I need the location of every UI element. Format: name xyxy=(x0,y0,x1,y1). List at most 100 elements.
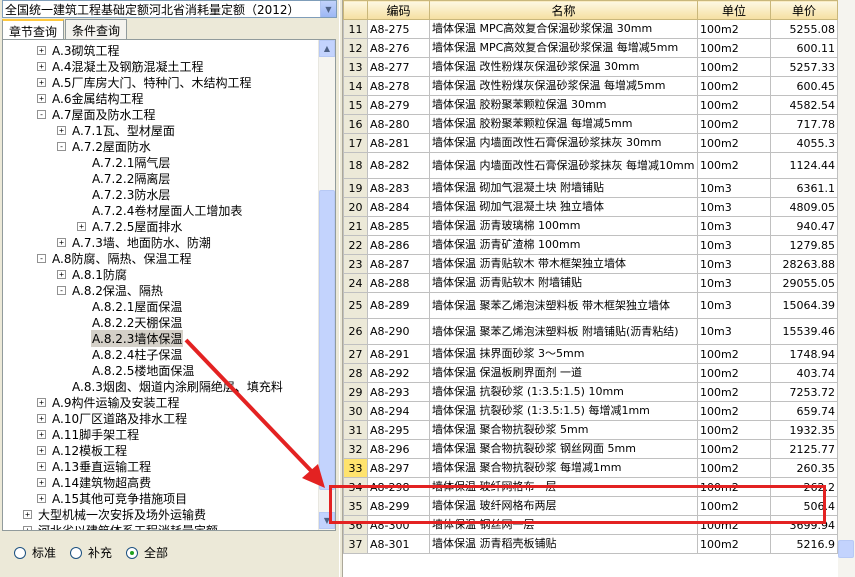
name-cell[interactable]: 墙体保温 MPC高效复合保温砂浆保温 每增减5mm xyxy=(429,38,698,58)
expand-icon[interactable]: + xyxy=(23,509,32,519)
code-cell[interactable]: A8-291 xyxy=(367,344,430,364)
expand-icon[interactable]: + xyxy=(57,125,66,135)
name-cell[interactable]: 墙体保温 抗裂砂浆 (1:3.5:1.5) 10mm xyxy=(429,382,698,402)
table-row[interactable]: 12 A8-276 墙体保温 MPC高效复合保温砂浆保温 每增减5mm 100m2 60… xyxy=(343,38,838,58)
code-cell[interactable]: A8-297 xyxy=(367,458,430,478)
code-cell[interactable]: A8-282 xyxy=(367,152,430,179)
code-cell[interactable]: A8-275 xyxy=(367,19,430,39)
unit-cell[interactable]: 100m2 xyxy=(697,95,771,115)
name-cell[interactable]: 墙体保温 沥青玻璃棉 100mm xyxy=(429,216,698,236)
tree-node[interactable]: + A.4混凝土及钢筋混凝土工程 xyxy=(37,58,204,74)
unit-cell[interactable]: 100m2 xyxy=(697,534,771,554)
row-number[interactable]: 19 xyxy=(343,178,368,198)
table-row[interactable]: 31 A8-295 墙体保温 聚合物抗裂砂浆 5mm 100m2 1932.35 xyxy=(343,420,838,440)
unit-cell[interactable]: 10m3 xyxy=(697,197,771,217)
expand-icon[interactable]: + xyxy=(77,221,86,231)
name-cell[interactable]: 墙体保温 抗裂砂浆 (1:3.5:1.5) 每增减1mm xyxy=(429,401,698,421)
code-cell[interactable]: A8-276 xyxy=(367,38,430,58)
expand-icon[interactable]: + xyxy=(37,461,46,471)
name-cell[interactable]: 墙体保温 胶粉聚苯颗粒保温 每增减5mm xyxy=(429,114,698,134)
code-cell[interactable]: A8-294 xyxy=(367,401,430,421)
code-cell[interactable]: A8-290 xyxy=(367,318,430,345)
unit-cell[interactable]: 100m2 xyxy=(697,382,771,402)
row-number[interactable]: 31 xyxy=(343,420,368,440)
expand-icon[interactable]: + xyxy=(37,477,46,487)
unit-cell[interactable]: 100m2 xyxy=(697,19,771,39)
tree-node[interactable]: + A.3砌筑工程 xyxy=(37,42,120,58)
name-cell[interactable]: 墙体保温 沥青贴软木 附墙铺贴 xyxy=(429,273,698,293)
tree-node[interactable]: A.8.2.5楼地面保温 xyxy=(91,362,195,378)
row-number[interactable]: 15 xyxy=(343,95,368,115)
table-row[interactable]: 15 A8-279 墙体保温 胶粉聚苯颗粒保温 30mm 100m2 4582.54 xyxy=(343,95,838,115)
table-row[interactable]: 22 A8-286 墙体保温 沥青矿渣棉 100mm 10m3 1279.85 xyxy=(343,235,838,255)
name-cell[interactable]: 墙体保温 胶粉聚苯颗粒保温 30mm xyxy=(429,95,698,115)
table-row[interactable]: 14 A8-278 墙体保温 改性粉煤灰保温砂浆保温 每增减5mm 100m2 600.… xyxy=(343,76,838,96)
name-cell[interactable]: 墙体保温 保温板刷界面剂 一道 xyxy=(429,363,698,383)
price-cell[interactable]: 940.47 xyxy=(770,216,838,236)
tab-1[interactable]: 条件查询 xyxy=(65,19,128,39)
tree-node[interactable]: + A.8.1防腐 xyxy=(57,266,128,282)
tree-node[interactable]: A.8.3烟囱、烟道内涂刷隔绝层、填充料 xyxy=(71,378,284,394)
unit-cell[interactable]: 10m3 xyxy=(697,254,771,274)
unit-cell[interactable]: 100m2 xyxy=(697,114,771,134)
unit-cell[interactable]: 100m2 xyxy=(697,133,771,153)
code-cell[interactable]: A8-292 xyxy=(367,363,430,383)
header-unit[interactable]: 单位 xyxy=(697,0,771,20)
name-cell[interactable]: 墙体保温 沥青矿渣棉 100mm xyxy=(429,235,698,255)
tree-node[interactable]: + A.10厂区道路及排水工程 xyxy=(37,410,188,426)
collapse-icon[interactable]: - xyxy=(37,109,46,119)
unit-cell[interactable]: 100m2 xyxy=(697,57,771,77)
expand-icon[interactable]: + xyxy=(37,445,46,455)
price-cell[interactable]: 4055.3 xyxy=(770,133,838,153)
name-cell[interactable]: 墙体保温 抹界面砂浆 3～5mm xyxy=(429,344,698,364)
table-row[interactable]: 23 A8-287 墙体保温 沥青贴软木 带木框架独立墙体 10m3 28263.88 xyxy=(343,254,838,274)
row-number[interactable]: 18 xyxy=(343,152,368,179)
table-row[interactable]: 30 A8-294 墙体保温 抗裂砂浆 (1:3.5:1.5) 每增减1mm 100m… xyxy=(343,401,838,421)
tree-scroll-thumb[interactable] xyxy=(319,190,335,490)
row-number[interactable]: 21 xyxy=(343,216,368,236)
row-number[interactable]: 16 xyxy=(343,114,368,134)
row-number[interactable]: 17 xyxy=(343,133,368,153)
tree-node[interactable]: + A.11脚手架工程 xyxy=(37,426,140,442)
unit-cell[interactable]: 10m3 xyxy=(697,235,771,255)
tree-node[interactable]: A.7.2.2隔离层 xyxy=(91,170,171,186)
radio-circle-icon[interactable] xyxy=(70,546,83,559)
row-number[interactable]: 14 xyxy=(343,76,368,96)
expand-icon[interactable]: + xyxy=(37,61,46,71)
row-number[interactable]: 29 xyxy=(343,382,368,402)
unit-cell[interactable]: 100m2 xyxy=(697,76,771,96)
unit-cell[interactable]: 10m3 xyxy=(697,216,771,236)
header-code[interactable]: 编码 xyxy=(367,0,430,20)
row-number[interactable]: 13 xyxy=(343,57,368,77)
expand-icon[interactable]: + xyxy=(37,413,46,423)
header-rownum[interactable] xyxy=(343,0,368,20)
row-number[interactable]: 28 xyxy=(343,363,368,383)
expand-icon[interactable]: + xyxy=(57,237,66,247)
radio-option[interactable]: 全部 xyxy=(126,544,168,561)
row-number[interactable]: 20 xyxy=(343,197,368,217)
name-cell[interactable]: 墙体保温 MPC高效复合保温砂浆保温 30mm xyxy=(429,19,698,39)
tree-node[interactable]: + A.9构件运输及安装工程 xyxy=(37,394,180,410)
name-cell[interactable]: 墙体保温 沥青贴软木 带木框架独立墙体 xyxy=(429,254,698,274)
price-cell[interactable]: 28263.88 xyxy=(770,254,838,274)
price-cell[interactable]: 5255.08 xyxy=(770,19,838,39)
collapse-icon[interactable]: - xyxy=(57,141,66,151)
table-row[interactable]: 24 A8-288 墙体保温 沥青贴软木 附墙铺贴 10m3 29055.05 xyxy=(343,273,838,293)
tree-node[interactable]: A.8.2.4柱子保温 xyxy=(91,346,183,362)
table-row[interactable]: 25 A8-289 墙体保温 聚苯乙烯泡沫塑料板 带木框架独立墙体 10m3 15064… xyxy=(343,292,838,319)
tree-node[interactable]: A.7.2.1隔气层 xyxy=(91,154,171,170)
code-cell[interactable]: A8-279 xyxy=(367,95,430,115)
price-cell[interactable]: 5216.9 xyxy=(770,534,838,554)
row-number[interactable]: 22 xyxy=(343,235,368,255)
tree-node[interactable]: - A.7.2屋面防水 xyxy=(57,138,152,154)
price-cell[interactable]: 15539.46 xyxy=(770,318,838,345)
table-row[interactable]: 37 A8-301 墙体保温 沥青稻壳板铺贴 100m2 5216.9 xyxy=(343,534,838,554)
table-row[interactable]: 27 A8-291 墙体保温 抹界面砂浆 3～5mm 100m2 1748.94 xyxy=(343,344,838,364)
code-cell[interactable]: A8-301 xyxy=(367,534,430,554)
price-cell[interactable]: 260.35 xyxy=(770,458,838,478)
price-cell[interactable]: 600.45 xyxy=(770,76,838,96)
expand-icon[interactable]: + xyxy=(23,525,32,530)
price-cell[interactable]: 6361.1 xyxy=(770,178,838,198)
code-cell[interactable]: A8-293 xyxy=(367,382,430,402)
table-row[interactable]: 16 A8-280 墙体保温 胶粉聚苯颗粒保温 每增减5mm 100m2 717.78 xyxy=(343,114,838,134)
